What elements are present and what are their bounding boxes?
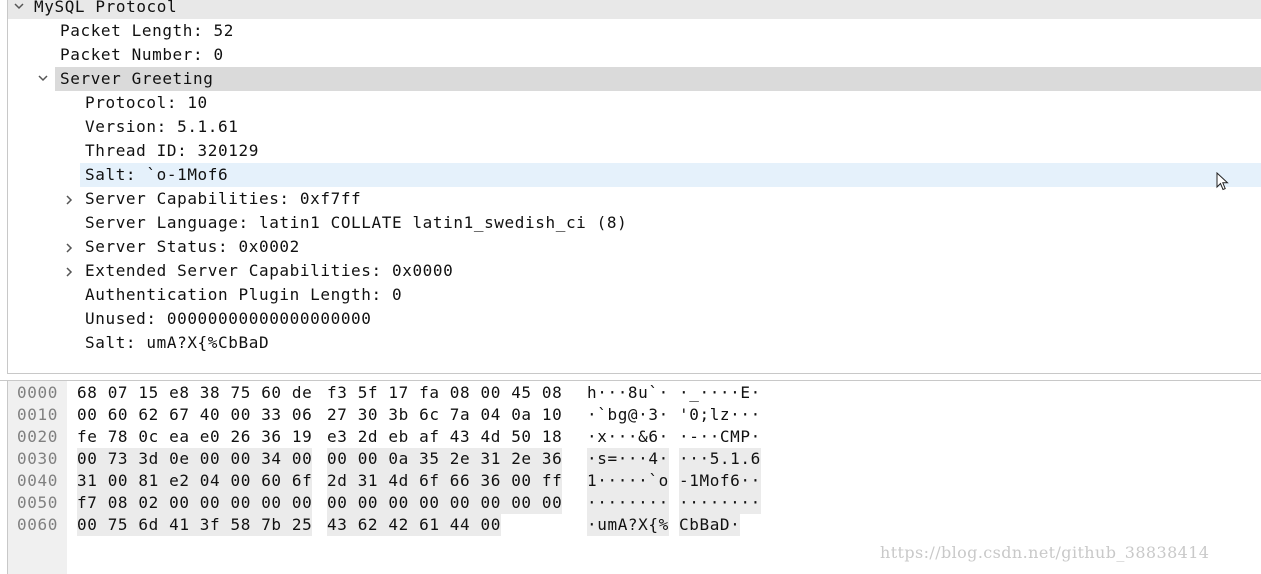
tree-node-label: Thread ID: 320129	[85, 141, 259, 160]
hex-bytes[interactable]: f3 5f 17 fa 08 00 45 08	[327, 382, 562, 404]
hex-offset: 0050	[17, 493, 58, 512]
tree-node-server-language[interactable]: Server Language: latin1 COLLATE latin1_s…	[8, 211, 1261, 235]
hex-row: 0000 68 07 15 e8 38 75 60 de f3 5f 17 fa…	[0, 382, 1261, 404]
hex-ascii[interactable]: CbBaD·	[679, 514, 741, 536]
tree-node-version[interactable]: Version: 5.1.61	[8, 115, 1261, 139]
tree-node-label: Packet Number: 0	[60, 45, 224, 64]
tree-node-protocol[interactable]: Protocol: 10	[8, 91, 1261, 115]
tree-node-label: Authentication Plugin Length: 0	[85, 285, 403, 304]
tree-node-label: Server Greeting	[60, 69, 214, 88]
hex-bytes[interactable]: fe 78 0c ea e0 26 36 19	[77, 426, 312, 448]
tree-node-label: MySQL Protocol	[34, 0, 178, 16]
hex-ascii[interactable]: ·x···&6·	[587, 426, 669, 448]
hex-row: 0010 00 60 62 67 40 00 33 06 27 30 3b 6c…	[0, 404, 1261, 426]
hex-bytes[interactable]: f7 08 02 00 00 00 00 00	[77, 492, 313, 514]
chevron-down-icon[interactable]	[37, 67, 51, 91]
hex-bytes[interactable]: 00 75 6d 41 3f 58 7b 25	[77, 514, 313, 536]
hex-offset: 0030	[17, 449, 58, 468]
hex-ascii[interactable]: '0;lz···	[679, 404, 761, 426]
hex-ascii[interactable]: ·`bg@·3·	[587, 404, 669, 426]
hex-bytes[interactable]: 00 60 62 67 40 00 33 06	[77, 404, 312, 426]
tree-node-label: Server Status: 0x0002	[85, 237, 300, 256]
tree-node-server-status[interactable]: Server Status: 0x0002	[8, 235, 1261, 259]
tree-node-packet-length[interactable]: Packet Length: 52	[8, 19, 1261, 43]
hex-ascii[interactable]: ·s=···4·	[587, 448, 669, 470]
watermark-url: https://blog.csdn.net/github_38838414	[880, 543, 1210, 562]
tree-node-auth-plugin-length[interactable]: Authentication Plugin Length: 0	[8, 283, 1261, 307]
hex-row: 0050 f7 08 02 00 00 00 00 00 00 00 00 00…	[0, 492, 1261, 514]
tree-node-label: Server Language: latin1 COLLATE latin1_s…	[85, 213, 628, 232]
tree-node-label: Server Capabilities: 0xf7ff	[85, 189, 362, 208]
chevron-down-icon[interactable]	[13, 0, 27, 19]
hex-bytes[interactable]: 00 73 3d 0e 00 00 34 00	[77, 448, 313, 470]
tree-node-label: Extended Server Capabilities: 0x0000	[85, 261, 454, 280]
hex-ascii[interactable]: -1Mof6··	[679, 470, 761, 492]
tree-node-packet-number[interactable]: Packet Number: 0	[8, 43, 1261, 67]
hex-offset: 0040	[17, 471, 58, 490]
hex-ascii[interactable]: ········	[679, 492, 761, 514]
hex-ascii[interactable]: ·umA?X{%	[587, 514, 669, 536]
hex-ascii[interactable]: ·-··CMP·	[679, 426, 761, 448]
chevron-right-icon[interactable]	[64, 187, 78, 211]
hex-ascii[interactable]: ········	[587, 492, 669, 514]
mouse-pointer-icon	[1216, 171, 1230, 192]
chevron-right-icon[interactable]	[64, 259, 78, 283]
hex-ascii[interactable]: ·_····E·	[679, 382, 761, 404]
hex-offset: 0010	[17, 405, 58, 424]
hex-bytes[interactable]: 2d 31 4d 6f 66 36 00 ff	[327, 470, 563, 492]
tree-node-server-greeting[interactable]: Server Greeting	[38, 67, 1261, 91]
tree-node-salt-2[interactable]: Salt: umA?X{%CbBaD	[8, 331, 1261, 355]
tree-node-label: Protocol: 10	[85, 93, 208, 112]
hex-bytes[interactable]: e3 2d eb af 43 4d 50 18	[327, 426, 562, 448]
tree-node-label: Salt: umA?X{%CbBaD	[85, 333, 270, 352]
tree-node-label: Salt: `o-1Mof6	[85, 165, 229, 184]
hex-bytes[interactable]: 31 00 81 e2 04 00 60 6f	[77, 470, 313, 492]
hex-bytes[interactable]: 00 00 0a 35 2e 31 2e 36	[327, 448, 563, 470]
tree-node-label: Unused: 00000000000000000000	[85, 309, 372, 328]
hex-offset: 0020	[17, 427, 58, 446]
tree-node-server-capabilities[interactable]: Server Capabilities: 0xf7ff	[8, 187, 1261, 211]
tree-node-label: Packet Length: 52	[60, 21, 234, 40]
tree-node-extended-server-capabilities[interactable]: Extended Server Capabilities: 0x0000	[8, 259, 1261, 283]
hex-ascii[interactable]: h···8u`·	[587, 382, 669, 404]
chevron-right-icon[interactable]	[64, 235, 78, 259]
hex-row: 0020 fe 78 0c ea e0 26 36 19 e3 2d eb af…	[0, 426, 1261, 448]
hex-offset: 0000	[17, 383, 58, 402]
hex-ascii[interactable]: ···5.1.6	[679, 448, 761, 470]
hex-ascii[interactable]: 1·····`o	[587, 470, 669, 492]
hex-bytes[interactable]: 00 00 00 00 00 00 00 00	[327, 492, 563, 514]
hex-bytes[interactable]: 68 07 15 e8 38 75 60 de	[77, 382, 312, 404]
tree-node-thread-id[interactable]: Thread ID: 320129	[8, 139, 1261, 163]
hex-row: 0030 00 73 3d 0e 00 00 34 00 00 00 0a 35…	[0, 448, 1261, 470]
hex-bytes[interactable]: 27 30 3b 6c 7a 04 0a 10	[327, 404, 562, 426]
hex-row: 0040 31 00 81 e2 04 00 60 6f 2d 31 4d 6f…	[0, 470, 1261, 492]
packet-details-pane: MySQL Protocol Packet Length: 52 Packet …	[0, 0, 1261, 374]
hex-bytes[interactable]: 43 62 42 61 44 00	[327, 514, 501, 536]
hex-row: 0060 00 75 6d 41 3f 58 7b 25 43 62 42 61…	[0, 514, 1261, 536]
tree-node-unused[interactable]: Unused: 00000000000000000000	[8, 307, 1261, 331]
hex-offset: 0060	[17, 515, 58, 534]
tree-node-salt[interactable]: Salt: `o-1Mof6	[80, 163, 1261, 187]
tree-node-mysql-protocol[interactable]: MySQL Protocol	[8, 0, 1261, 19]
tree-node-label: Version: 5.1.61	[85, 117, 239, 136]
